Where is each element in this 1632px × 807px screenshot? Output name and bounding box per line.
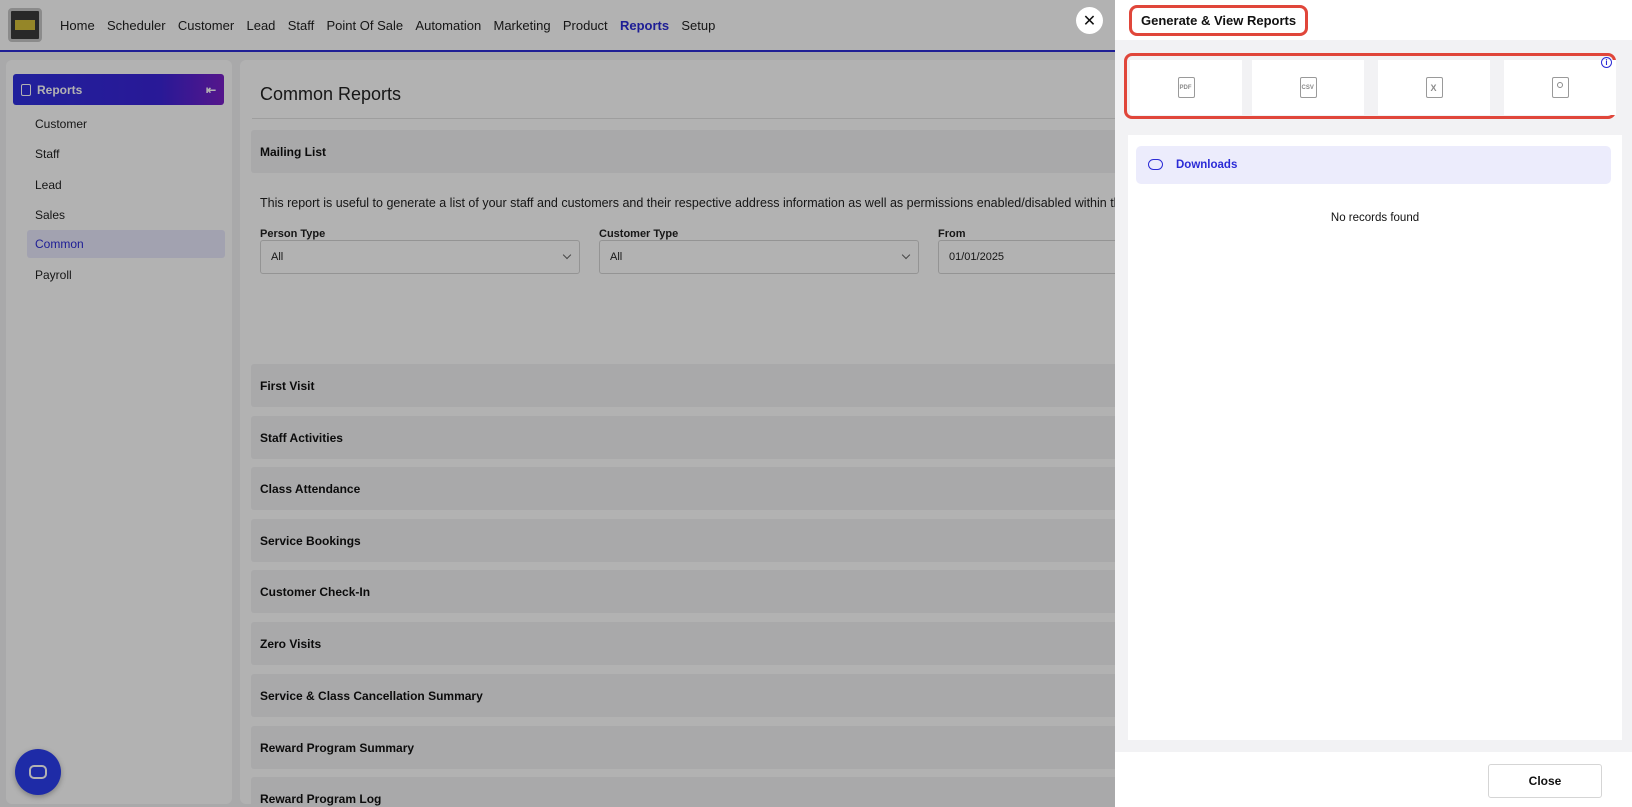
downloads-card: Downloads No records found bbox=[1128, 135, 1622, 740]
empty-state-text: No records found bbox=[1330, 212, 1420, 224]
export-pdf-button[interactable]: PDF bbox=[1130, 60, 1242, 115]
contact-head-shape bbox=[1556, 82, 1563, 88]
modal-backdrop[interactable] bbox=[0, 0, 1115, 807]
csv-file-icon: CSV bbox=[1299, 77, 1317, 98]
drawer-header: Generate & View Reports bbox=[1115, 0, 1632, 40]
close-button[interactable]: Close bbox=[1488, 764, 1602, 798]
excel-icon-text: X bbox=[1430, 83, 1437, 93]
export-excel-button[interactable]: X bbox=[1378, 60, 1490, 115]
downloads-header[interactable]: Downloads bbox=[1136, 146, 1611, 184]
export-format-group: PDF CSV X bbox=[1124, 53, 1616, 119]
drawer-title: Generate & View Reports bbox=[1129, 5, 1309, 36]
close-drawer-button[interactable]: ✕ bbox=[1076, 7, 1103, 34]
generate-reports-drawer: Generate & View Reports PDF CSV X i Down… bbox=[1115, 0, 1632, 807]
pdf-file-icon: PDF bbox=[1177, 77, 1195, 98]
drawer-footer: Close bbox=[1115, 752, 1632, 807]
contact-card-icon bbox=[1551, 77, 1569, 98]
excel-file-icon: X bbox=[1425, 77, 1443, 98]
export-contact-button[interactable] bbox=[1504, 60, 1616, 115]
downloads-label: Downloads bbox=[1176, 159, 1238, 171]
cloud-download-icon bbox=[1148, 159, 1163, 170]
export-csv-button[interactable]: CSV bbox=[1252, 60, 1364, 115]
close-icon: ✕ bbox=[1082, 12, 1097, 30]
csv-icon-text: CSV bbox=[1301, 85, 1314, 91]
pdf-icon-text: PDF bbox=[1179, 85, 1192, 91]
info-icon[interactable]: i bbox=[1601, 57, 1612, 68]
